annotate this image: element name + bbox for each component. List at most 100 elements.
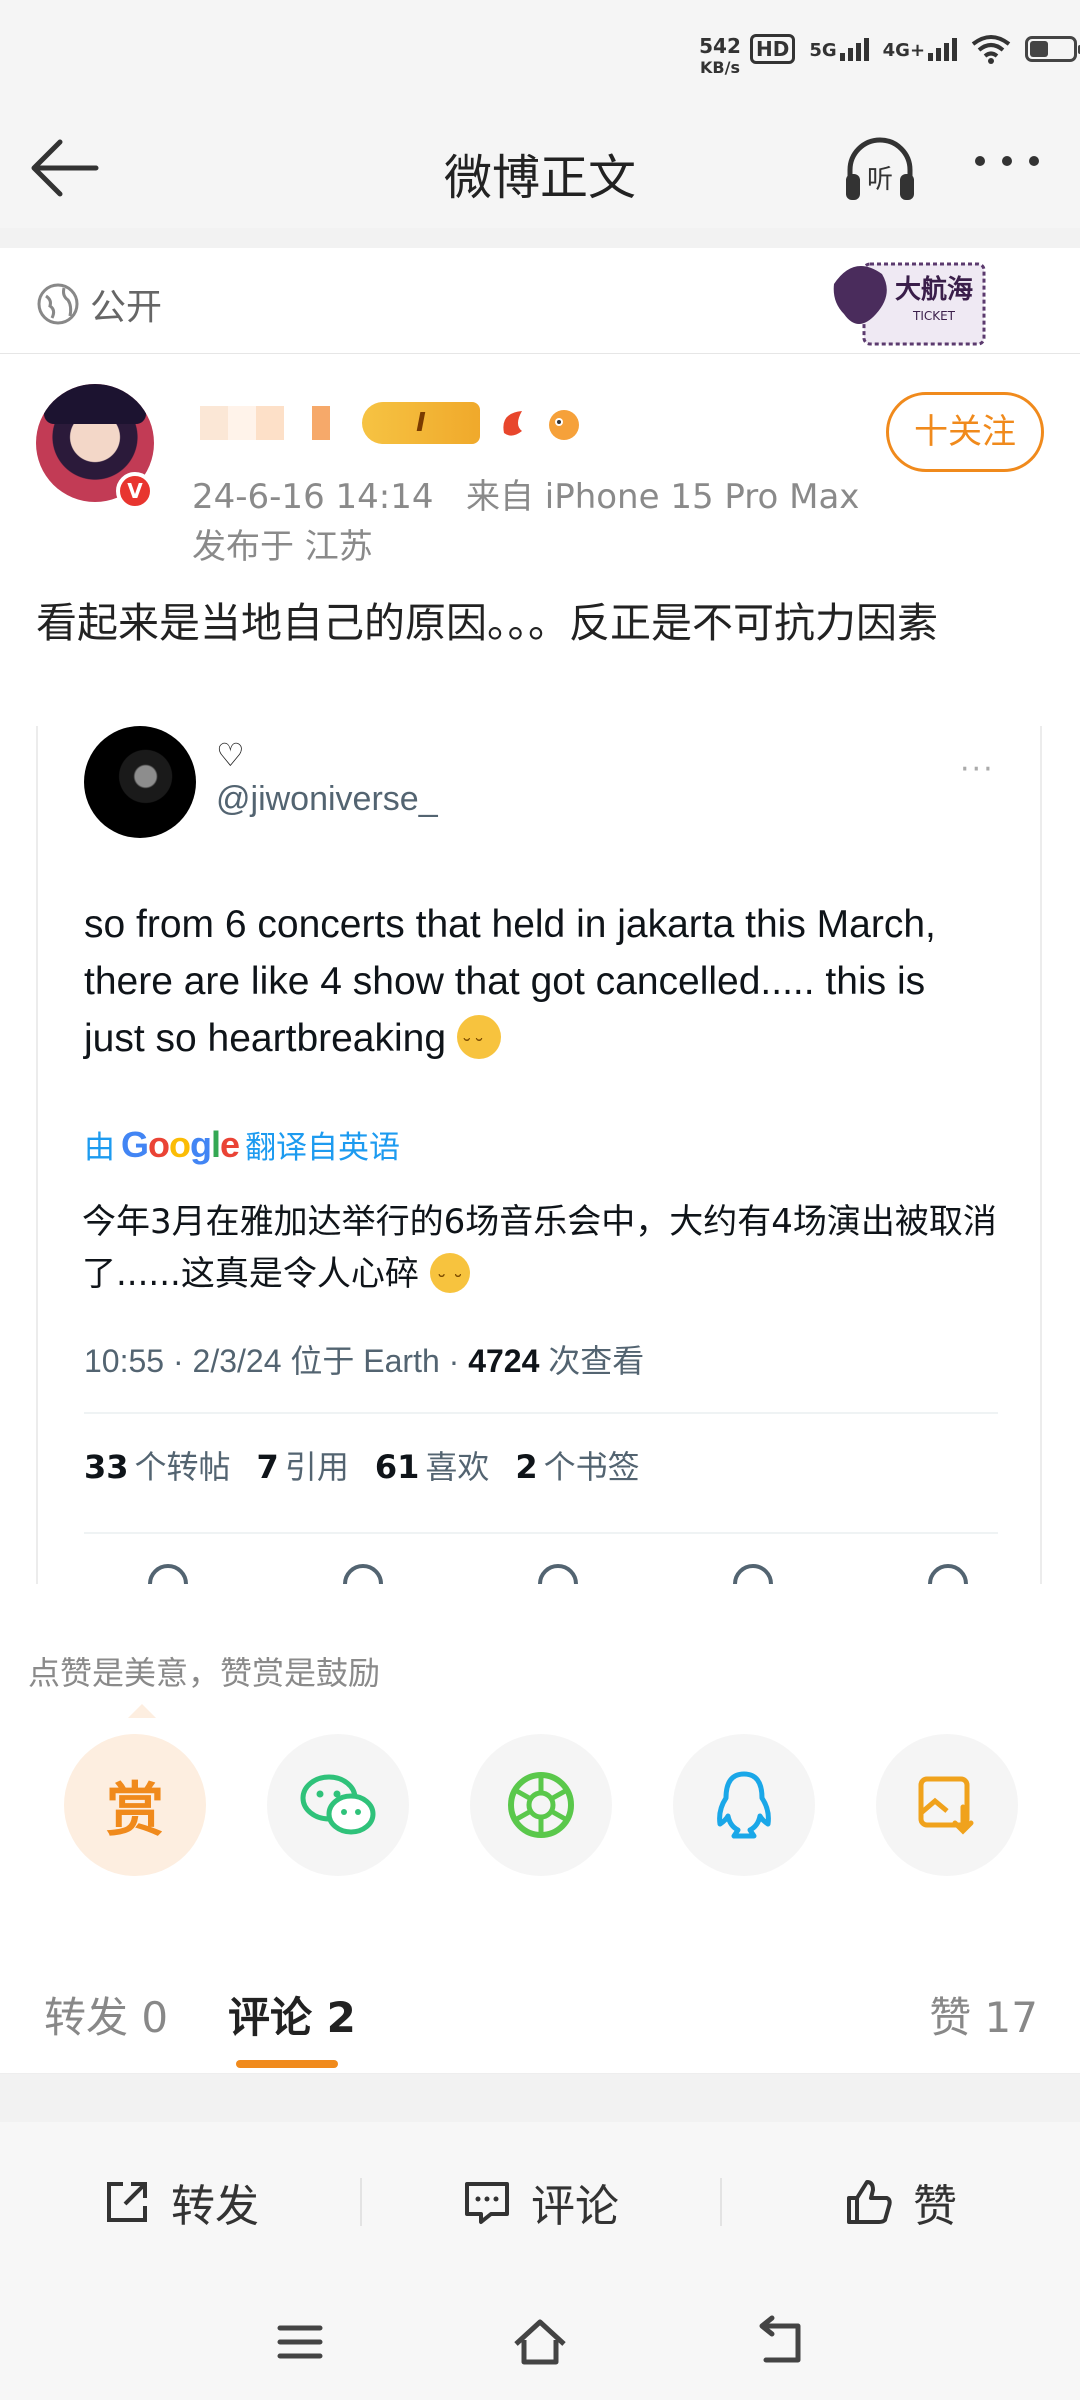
post-source: 来自 iPhone 15 Pro Max [465, 477, 860, 517]
follow-button[interactable]: 十关注 [886, 392, 1044, 472]
translate-prefix: 由 [84, 1130, 115, 1166]
repost-label: 转发 [171, 2181, 259, 2232]
signal-5g-label: 5G [809, 39, 837, 61]
globe-icon [37, 283, 79, 325]
tweet-handle: @jiwoniverse_ [216, 780, 438, 818]
wechat-icon [300, 1774, 376, 1835]
membership-crown-badge: I [362, 402, 480, 444]
embedded-tweet-image[interactable]: ♡ @jiwoniverse_ ··· so from 6 concerts t… [36, 726, 1042, 1584]
post-time-source: 24-6-16 14:14 来自 iPhone 15 Pro Max [192, 472, 859, 522]
tweet-stats: 33 个转帖 7 引用 61 喜欢 2 个书签 [84, 1442, 640, 1488]
post-tabs: 转发 0 评论 2 赞 17 [0, 1914, 1080, 2074]
home-icon[interactable] [510, 2312, 570, 2372]
tweet-translation-text: 今年3月在雅加达举行的6场音乐会中，大约有4场演出被取消了......这真是令人… [82, 1202, 997, 1294]
visibility-label: 公开 [36, 278, 162, 330]
tweet-stat-reposts: 33 个转帖 [84, 1448, 231, 1486]
share-row: 赏 [64, 1734, 1018, 1876]
bottom-action-bar: 转发 评论 赞 [0, 2122, 1080, 2282]
listen-headphone-icon[interactable]: 听 [840, 130, 920, 210]
reward-label: 赏 [105, 1776, 164, 1844]
reward-tip: 点赞是美意，赞赏是鼓励 [28, 1648, 380, 1718]
translate-suffix: 翻译自英语 [245, 1130, 401, 1166]
reply-icon [148, 1564, 188, 1584]
tweet-stat-quotes: 7 引用 [256, 1448, 349, 1486]
tweet-action-icons [148, 1564, 968, 1584]
signal-5g-icon: 5G [809, 37, 869, 61]
post-text: 看起来是当地自己的原因。。。反正是不可抗力因素 [36, 599, 938, 647]
author-name-blurred[interactable] [200, 406, 330, 440]
like-icon [538, 1564, 578, 1584]
divider [84, 1532, 998, 1534]
shrimp-badge-icon [503, 411, 522, 436]
divider [84, 1412, 998, 1414]
tweet-avatar [84, 726, 196, 838]
reward-button[interactable]: 赏 [64, 1734, 206, 1876]
network-speed-value: 542 [699, 34, 741, 58]
hd-icon: HD [750, 34, 796, 64]
system-nav-bar [0, 2282, 1080, 2400]
qq-penguin-icon [717, 1771, 771, 1839]
active-tab-indicator [236, 2060, 338, 2068]
translate-attribution: 由 Google 翻译自英语 [84, 1122, 400, 1167]
save-image-button[interactable] [876, 1734, 1018, 1876]
fish-badge-icon [549, 410, 579, 440]
post-meta: 24-6-16 14:14 来自 iPhone 15 Pro Max 发布于 江… [192, 472, 859, 572]
visibility-text: 公开 [90, 287, 163, 328]
share-moments-button[interactable] [470, 1734, 612, 1876]
tweet-stat-bookmarks: 2 个书签 [515, 1448, 640, 1486]
share-icon [928, 1564, 968, 1584]
tweet-body-text: so from 6 concerts that held in jakarta … [84, 903, 936, 1060]
tweet-body: so from 6 concerts that held in jakarta … [84, 896, 984, 1076]
wifi-icon [971, 35, 1011, 64]
tweet-timestamp: 10:55 · 2/3/24 位于 Earth · 4724 次查看 [84, 1336, 644, 1382]
comment-icon [465, 2182, 509, 2224]
tweet-more-icon: ··· [960, 752, 995, 787]
moments-aperture-icon [508, 1772, 574, 1838]
more-options-icon[interactable] [975, 156, 1039, 166]
tweet-time-text: 10:55 · 2/3/24 位于 Earth · [84, 1343, 469, 1379]
tab-like[interactable]: 赞 17 [929, 1984, 1038, 2045]
tab-repost[interactable]: 转发 0 [44, 1984, 168, 2045]
status-icons: HD 5G 4G+ [750, 34, 1080, 64]
signal-4g-label: 4G+ [882, 39, 926, 61]
share-qq-button[interactable] [673, 1734, 815, 1876]
google-logo: Google [121, 1123, 240, 1165]
share-wechat-button[interactable] [267, 1734, 409, 1876]
pensive-face-icon [456, 1015, 501, 1076]
thumbs-up-icon [847, 2180, 892, 2224]
tab-comment[interactable]: 评论 2 [228, 1984, 356, 2045]
verified-v-badge: V [116, 472, 154, 510]
post-card: V I 24-6-16 14:14 来自 iPhone 15 Pro Max 发… [0, 354, 1080, 1914]
tweet-stat-likes: 61 喜欢 [374, 1448, 490, 1486]
listen-label: 听 [867, 165, 893, 195]
author-badges: I [362, 402, 584, 444]
back-icon[interactable] [750, 2312, 810, 2372]
tweet-views-label: 次查看 [539, 1343, 645, 1379]
stamp-subtext: TICKET [912, 309, 956, 323]
stamp-text: 大航海 [895, 274, 973, 305]
signal-4g-icon: 4G+ [882, 37, 958, 61]
like-label: 赞 [913, 2181, 957, 2232]
repost-button[interactable]: 转发 [0, 2170, 360, 2234]
repost-icon [107, 2182, 147, 2222]
visibility-bar: 公开 大航海 TICKET [0, 248, 1080, 354]
tweet-views-count: 4724 [468, 1343, 540, 1379]
like-button[interactable]: 赞 [720, 2170, 1080, 2234]
comment-button[interactable]: 评论 [360, 2170, 720, 2234]
menu-icon[interactable] [270, 2312, 330, 2372]
tweet-translation: 今年3月在雅加达举行的6场音乐会中，大约有4场演出被取消了......这真是令人… [82, 1196, 1002, 1309]
network-speed-unit: KB/s [700, 58, 740, 77]
pensive-face-icon [429, 1253, 470, 1309]
comment-label: 评论 [531, 2181, 619, 2232]
top-nav: 微博正文 听 [0, 110, 1080, 228]
ticket-stamp-badge[interactable]: 大航海 TICKET [824, 254, 992, 354]
save-image-icon [918, 1776, 974, 1835]
tweet-display-name: ♡ [216, 736, 245, 774]
post-time: 24-6-16 14:14 [192, 477, 434, 517]
bookmark-icon [733, 1564, 773, 1584]
retweet-icon [343, 1564, 383, 1584]
network-speed: 542 KB/s [690, 36, 750, 78]
battery-icon [1025, 36, 1080, 62]
post-location: 发布于 江苏 [192, 527, 373, 567]
status-bar: 542 KB/s HD 5G 4G+ [0, 0, 1080, 110]
